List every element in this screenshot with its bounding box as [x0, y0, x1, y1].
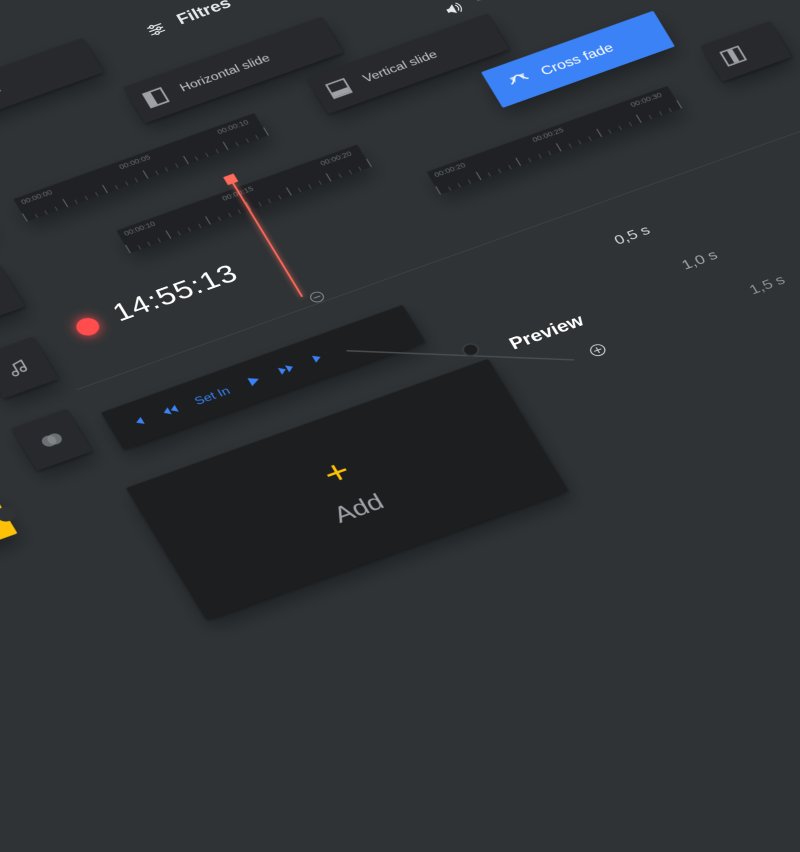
- duration-options: 0,5 s 1,0 s 1,5 s 2,0 s: [611, 176, 800, 369]
- zoom-out-icon[interactable]: [306, 288, 331, 307]
- zoom-thumb[interactable]: [459, 341, 482, 358]
- skip-start-icon[interactable]: [126, 414, 149, 431]
- tool-text[interactable]: T: [0, 264, 25, 326]
- filters-heading: Filtres: [143, 0, 235, 40]
- crossfade-icon: [507, 71, 532, 90]
- record-indicator: [73, 315, 103, 338]
- add-label: Add: [329, 490, 389, 529]
- sliders-icon: [143, 19, 168, 38]
- transition-vertical[interactable]: Vertical slide: [307, 14, 509, 114]
- tool-overlap[interactable]: [11, 409, 92, 471]
- duration-option[interactable]: 1,5 s: [746, 257, 800, 298]
- zoom-slider[interactable]: [320, 227, 544, 307]
- overlap-icon: [35, 427, 68, 452]
- duration-option[interactable]: 1,0 s: [679, 217, 800, 274]
- zoom-in-icon[interactable]: [585, 340, 610, 359]
- music-icon: [3, 356, 33, 379]
- transition-extra[interactable]: [701, 21, 792, 81]
- extra-icon: [719, 45, 747, 66]
- volume-icon: [440, 0, 465, 18]
- timecode: 14:55:13: [107, 259, 244, 328]
- preview-heading: Preview: [506, 311, 588, 354]
- filter-select-label: None: [0, 82, 4, 106]
- play-icon[interactable]: [242, 372, 265, 389]
- tool-music[interactable]: [0, 337, 59, 399]
- compilation-chip[interactable]: mpilation.: [0, 495, 17, 619]
- filter-select-none[interactable]: None: [0, 38, 104, 134]
- vertical-slide-icon: [325, 78, 353, 99]
- skip-end-icon[interactable]: [308, 349, 331, 366]
- plus-icon: +: [317, 455, 357, 492]
- set-in-button[interactable]: Set In: [192, 384, 233, 407]
- forward-icon[interactable]: [275, 360, 298, 377]
- timeline-ruler-3[interactable]: 00:00:20 00:00:25 00:00:30: [426, 86, 681, 195]
- rewind-icon[interactable]: [159, 402, 182, 419]
